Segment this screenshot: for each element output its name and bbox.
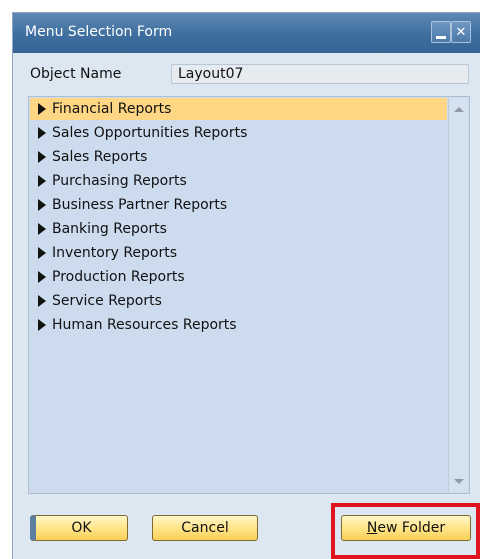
expand-arrow-icon[interactable] xyxy=(38,223,46,235)
expand-arrow-icon[interactable] xyxy=(38,151,46,163)
minimize-icon xyxy=(436,35,446,39)
report-list[interactable]: Financial Reports Sales Opportunities Rep… xyxy=(28,96,470,494)
minimize-button[interactable] xyxy=(431,21,451,43)
list-item-label: Inventory Reports xyxy=(52,245,178,261)
ok-button-label: OK xyxy=(71,520,92,536)
scroll-down-button[interactable] xyxy=(449,472,468,490)
title-bar[interactable]: Menu Selection Form ✕ xyxy=(13,13,480,53)
scroll-down-icon xyxy=(453,478,464,484)
expand-arrow-icon[interactable] xyxy=(38,319,46,331)
list-item[interactable]: Sales Opportunities Reports xyxy=(30,122,447,144)
list-item[interactable]: Financial Reports xyxy=(30,98,447,120)
ok-button[interactable]: OK xyxy=(30,515,128,541)
close-icon: ✕ xyxy=(455,24,467,40)
expand-arrow-icon[interactable] xyxy=(38,247,46,259)
list-scrollbar[interactable] xyxy=(448,98,468,492)
list-item-label: Service Reports xyxy=(52,293,162,309)
list-item[interactable]: Business Partner Reports xyxy=(30,194,447,216)
list-item[interactable]: Purchasing Reports xyxy=(30,170,447,192)
list-item-label: Banking Reports xyxy=(52,221,167,237)
object-name-field[interactable]: Layout07 xyxy=(171,64,469,84)
expand-arrow-icon[interactable] xyxy=(38,295,46,307)
cancel-button-label: Cancel xyxy=(181,520,229,536)
list-item-label: Business Partner Reports xyxy=(52,197,228,213)
list-item[interactable]: Banking Reports xyxy=(30,218,447,240)
object-name-label: Object Name xyxy=(30,66,122,82)
expand-arrow-icon[interactable] xyxy=(38,199,46,211)
expand-arrow-icon[interactable] xyxy=(38,271,46,283)
highlight-annotation xyxy=(331,503,480,559)
close-button[interactable]: ✕ xyxy=(451,21,471,43)
list-item[interactable]: Service Reports xyxy=(30,290,447,312)
list-item-label: Sales Opportunities Reports xyxy=(52,125,248,141)
list-item[interactable]: Production Reports xyxy=(30,266,447,288)
list-item[interactable]: Human Resources Reports xyxy=(30,314,447,336)
scroll-up-icon xyxy=(453,106,464,112)
scroll-up-button[interactable] xyxy=(449,100,468,118)
expand-arrow-icon[interactable] xyxy=(38,175,46,187)
list-item[interactable]: Inventory Reports xyxy=(30,242,447,264)
list-item[interactable]: Sales Reports xyxy=(30,146,447,168)
expand-arrow-icon[interactable] xyxy=(38,127,46,139)
list-item-label: Production Reports xyxy=(52,269,185,285)
list-item-label: Sales Reports xyxy=(52,149,148,165)
list-item-label: Purchasing Reports xyxy=(52,173,187,189)
window-title: Menu Selection Form xyxy=(25,24,173,40)
cancel-button[interactable]: Cancel xyxy=(152,515,258,541)
list-item-label: Financial Reports xyxy=(52,101,172,117)
expand-arrow-icon[interactable] xyxy=(38,103,46,115)
list-item-label: Human Resources Reports xyxy=(52,317,237,333)
